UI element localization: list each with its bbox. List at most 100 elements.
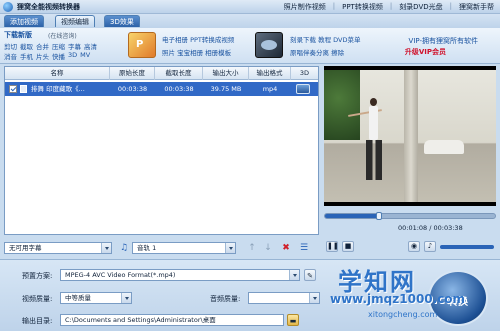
pause-icon[interactable]: ❚❚ [326,241,339,252]
preset-settings-icon[interactable]: ✎ [304,269,316,281]
output-dir-value: C:\Documents and Settings\Administrator\… [65,316,216,324]
link-ppt-to-video[interactable]: PPT转换视频 [342,2,383,12]
column-header-output-format[interactable]: 输出格式 [249,67,291,80]
feature-link[interactable]: 合并 [36,41,49,51]
promo-banner: 下载新版 (在线咨询) 剪切 截取 合并 压缩 字幕 高清 消音 手机 片头 快… [0,28,500,64]
move-down-icon[interactable]: ↓ [262,242,274,254]
promo-link[interactable]: 照片 宝宝相册 相册模板 [162,47,248,57]
seek-bar[interactable] [324,212,496,220]
preset-label: 预置方案: [22,272,53,280]
subtitle-value: 无可用字幕 [9,244,42,252]
video-quality-select[interactable]: 中等质量 [60,292,132,304]
open-folder-icon[interactable]: ▬ [287,314,299,326]
title-bar: 狸窝全能视频转换器 照片制作视频 | PPT转换视频 | 刻录DVD光盘 | 狸… [0,0,500,14]
audio-track-select[interactable]: 音轨 1 [132,242,236,254]
table-header: 名称 原始长度 截取长度 输出大小 输出格式 3D [5,67,318,80]
audio-quality-select[interactable] [248,292,320,304]
chevron-down-icon [101,243,111,253]
feature-link[interactable]: 手机 [20,51,33,61]
video-preview [324,66,496,206]
online-consult-link[interactable]: (在线咨询) [48,31,77,40]
feature-link[interactable]: 高清 [84,41,97,51]
file-list-table: 名称 原始长度 截取长度 输出大小 输出格式 3D 排舞 印度藏歌《... 00… [4,66,319,235]
feature-link[interactable]: 快播 [52,51,65,61]
frame-tree [324,70,360,140]
feature-link[interactable]: 压缩 [52,41,65,51]
link-photo-to-video[interactable]: 照片制作视频 [284,2,326,12]
mode-tab-bar: 添加视频 视频编辑 3D效果 [0,14,500,28]
feature-link[interactable]: 字幕 [68,41,81,51]
subtitle-select[interactable]: 无可用字幕 [4,242,112,254]
ppt-album-icon[interactable]: P [128,32,156,58]
frame-car [424,140,464,154]
output-dir-label: 输出目录: [22,317,53,325]
volume-slider[interactable] [440,245,494,249]
dvd-burn-icon[interactable] [255,32,283,58]
link-burn-dvd[interactable]: 刻录DVD光盘 [399,2,442,12]
feature-link[interactable]: 消音 [4,51,17,61]
column-header-clip-length[interactable]: 截取长度 [155,67,203,80]
promo-link[interactable]: 原唱伴奏分离 擦除 [290,47,380,57]
column-header-output-size[interactable]: 输出大小 [203,67,249,80]
seek-progress [325,214,380,218]
move-up-icon[interactable]: ↑ [246,242,258,254]
preset-select[interactable]: MPEG-4 AVC Video Format(*.mp4) [60,269,300,281]
list-icon[interactable]: ☰ [298,242,310,254]
chevron-down-icon [289,270,299,280]
table-row[interactable]: 排舞 印度藏歌《... 00:03:38 00:03:38 39.75 MB m… [5,82,318,96]
promo-dvd-links: 刻录下载 教程 DVD菜单 原唱伴奏分离 擦除 [290,34,380,60]
frame-dancer [348,98,384,184]
time-readout: 00:01:08 / 00:03:38 [398,224,463,232]
feature-links-row1: 剪切 截取 合并 压缩 字幕 高清 [4,41,97,51]
feature-link[interactable]: 片头 [36,51,49,61]
link-newbie-help[interactable]: 狸窝新手帮 [459,2,494,12]
promo-link[interactable]: 刻录下载 教程 DVD菜单 [290,34,380,44]
video-quality-label: 视频质量: [22,295,53,303]
column-header-3d[interactable]: 3D [291,67,318,80]
chevron-down-icon [121,293,131,303]
feature-link[interactable]: MV [80,51,90,61]
download-new-version-link[interactable]: 下载新版 [4,30,32,40]
delete-icon[interactable]: ✖ [280,242,292,254]
row-checkbox[interactable] [9,85,17,93]
app-title: 狸窝全能视频转换器 [17,3,80,11]
tab-3d-effect[interactable]: 3D效果 [104,15,140,27]
feature-link[interactable]: 截取 [20,41,33,51]
3d-settings-icon[interactable] [296,84,310,94]
chevron-down-icon [225,243,235,253]
player-controls: ❚❚ ■ ◉ ♪ [324,240,496,254]
watermark-url: www.jmqz1000.com [330,292,466,306]
feature-link[interactable]: 剪切 [4,41,17,51]
stop-icon[interactable]: ■ [342,241,354,252]
volume-speaker-icon[interactable]: ♪ [424,241,436,252]
seek-handle[interactable] [376,212,383,220]
video-frame [324,70,496,202]
vip-promo-text[interactable]: VIP-拥有狸窝所有软件 [409,36,478,46]
feature-links-row2: 消音 手机 片头 快播 3D MV [4,51,90,61]
snapshot-camera-icon[interactable]: ◉ [408,241,420,252]
chevron-down-icon [309,293,319,303]
feature-link[interactable]: 3D [68,51,77,61]
cell-output-size: 39.75 MB [210,85,242,93]
cell-output-format: mp4 [262,85,278,93]
cell-original-length: 00:03:38 [117,85,148,93]
tab-video-edit[interactable]: 视频编辑 [55,15,95,27]
watermark-domain: xitongcheng.com [368,310,438,319]
audio-track-value: 音轨 1 [137,244,157,252]
column-header-name[interactable]: 名称 [5,67,110,80]
separator: | [332,2,336,10]
track-selection-row: 无可用字幕 ♫ 音轨 1 ↑ ↓ ✖ ☰ [4,240,319,256]
column-header-original-length[interactable]: 原始长度 [110,67,155,80]
ppt-icon-letter: P [136,39,144,50]
cell-name: 排舞 印度藏歌《... [31,85,85,93]
frame-pillar [404,70,418,202]
app-logo-icon [3,2,13,12]
tab-add-video[interactable]: 添加视频 [4,15,44,27]
video-quality-value: 中等质量 [65,294,91,302]
top-links: 照片制作视频 | PPT转换视频 | 刻录DVD光盘 | 狸窝新手帮 [284,2,494,12]
audio-quality-label: 音频质量: [210,295,241,303]
promo-link[interactable]: 电子相册 PPT转换成视频 [162,34,248,44]
video-file-icon [20,85,27,93]
upgrade-vip-link[interactable]: 升级VIP会员 [405,47,446,57]
output-dir-field[interactable]: C:\Documents and Settings\Administrator\… [60,314,284,326]
